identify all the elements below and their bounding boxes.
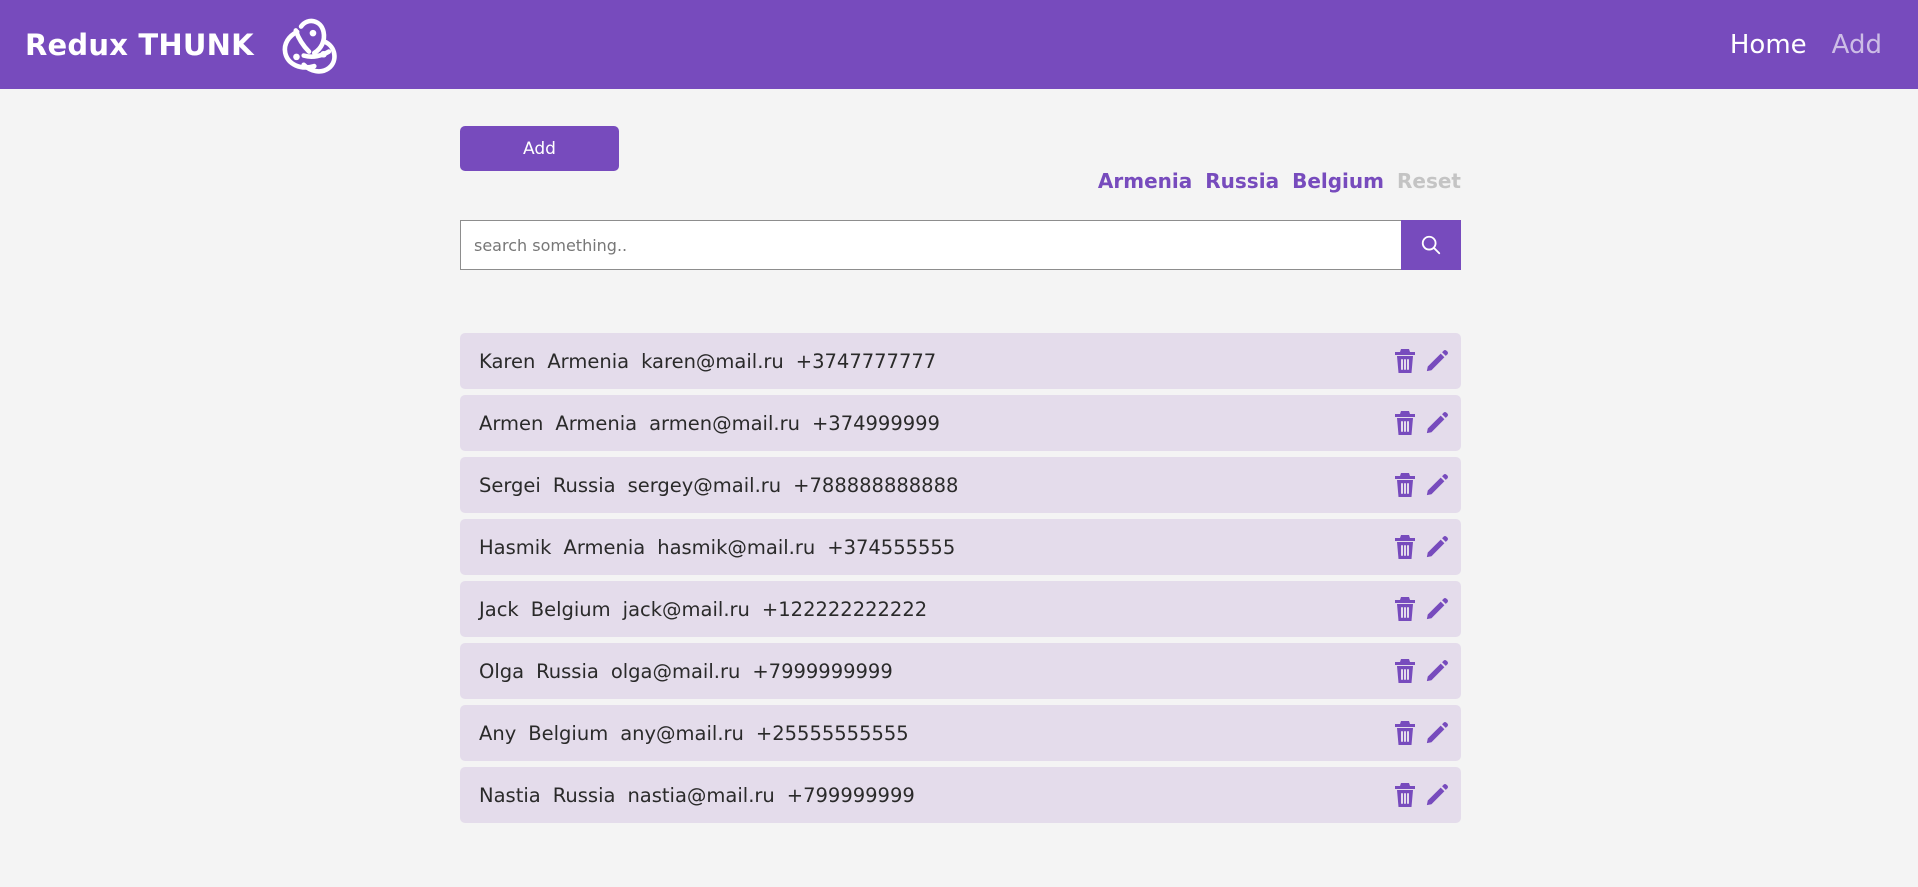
user-phone: +25555555555	[755, 721, 909, 745]
edit-button[interactable]	[1425, 720, 1449, 746]
filter-belgium[interactable]: Belgium	[1292, 169, 1384, 193]
user-country: Armenia	[555, 411, 638, 435]
filter-armenia[interactable]: Armenia	[1098, 169, 1192, 193]
search-bar	[460, 220, 1461, 270]
search-icon	[1421, 235, 1441, 255]
filter-russia[interactable]: Russia	[1205, 169, 1279, 193]
row-actions	[1393, 534, 1449, 560]
user-row: Nastia Russia nastia@mail.ru +799999999	[460, 767, 1461, 823]
trash-icon	[1395, 349, 1415, 373]
trash-icon	[1395, 597, 1415, 621]
user-phone: +3747777777	[795, 349, 937, 373]
delete-button[interactable]	[1393, 348, 1417, 374]
row-actions	[1393, 720, 1449, 746]
user-row: Sergei Russia sergey@mail.ru +7888888888…	[460, 457, 1461, 513]
row-actions	[1393, 596, 1449, 622]
filter-reset[interactable]: Reset	[1397, 169, 1461, 193]
user-email: karen@mail.ru	[641, 349, 784, 373]
user-email: nastia@mail.ru	[627, 783, 775, 807]
user-row: Jack Belgium jack@mail.ru +122222222222	[460, 581, 1461, 637]
row-actions	[1393, 782, 1449, 808]
user-phone: +374999999	[811, 411, 940, 435]
search-input[interactable]	[460, 220, 1401, 270]
delete-button[interactable]	[1393, 534, 1417, 560]
nav-add-link[interactable]: Add	[1832, 30, 1882, 60]
redux-logo-icon	[282, 18, 337, 74]
user-phone: +7999999999	[752, 659, 893, 683]
user-row: Karen Armenia karen@mail.ru +3747777777	[460, 333, 1461, 389]
user-email: sergey@mail.ru	[627, 473, 782, 497]
user-name: Olga	[479, 659, 525, 683]
user-email: jack@mail.ru	[622, 597, 750, 621]
edit-button[interactable]	[1425, 596, 1449, 622]
country-filters: Armenia Russia Belgium Reset	[1098, 169, 1461, 193]
edit-button[interactable]	[1425, 534, 1449, 560]
delete-button[interactable]	[1393, 720, 1417, 746]
delete-button[interactable]	[1393, 596, 1417, 622]
row-actions	[1393, 472, 1449, 498]
user-row: Olga Russia olga@mail.ru +7999999999	[460, 643, 1461, 699]
user-email: olga@mail.ru	[610, 659, 741, 683]
trash-icon	[1395, 535, 1415, 559]
user-country: Belgium	[528, 721, 609, 745]
row-actions	[1393, 348, 1449, 374]
trash-icon	[1395, 659, 1415, 683]
user-name: Nastia	[479, 783, 541, 807]
brand-title: Redux THUNK	[25, 27, 254, 62]
user-email: hasmik@mail.ru	[657, 535, 816, 559]
trash-icon	[1395, 721, 1415, 745]
nav-home-link[interactable]: Home	[1730, 30, 1807, 60]
pencil-icon	[1426, 536, 1448, 558]
row-actions	[1393, 658, 1449, 684]
user-name: Armen	[479, 411, 544, 435]
search-button[interactable]	[1401, 220, 1461, 270]
pencil-icon	[1426, 784, 1448, 806]
user-phone: +374555555	[827, 535, 956, 559]
edit-button[interactable]	[1425, 472, 1449, 498]
user-country: Russia	[552, 783, 616, 807]
trash-icon	[1395, 411, 1415, 435]
edit-button[interactable]	[1425, 410, 1449, 436]
edit-button[interactable]	[1425, 348, 1449, 374]
delete-button[interactable]	[1393, 410, 1417, 436]
row-actions	[1393, 410, 1449, 436]
pencil-icon	[1426, 722, 1448, 744]
user-row: Armen Armenia armen@mail.ru +374999999	[460, 395, 1461, 451]
user-list: Karen Armenia karen@mail.ru +3747777777	[460, 333, 1461, 829]
trash-icon	[1395, 783, 1415, 807]
pencil-icon	[1426, 412, 1448, 434]
user-country: Armenia	[563, 535, 646, 559]
pencil-icon	[1426, 598, 1448, 620]
top-navbar: Redux THUNK Home Add	[0, 0, 1918, 89]
user-name: Any	[479, 721, 517, 745]
user-name: Hasmik	[479, 535, 552, 559]
delete-button[interactable]	[1393, 472, 1417, 498]
add-user-button[interactable]: Add	[460, 126, 619, 171]
user-country: Belgium	[530, 597, 611, 621]
delete-button[interactable]	[1393, 658, 1417, 684]
user-phone: +122222222222	[761, 597, 928, 621]
pencil-icon	[1426, 660, 1448, 682]
user-name: Karen	[479, 349, 536, 373]
user-country: Russia	[536, 659, 599, 683]
delete-button[interactable]	[1393, 782, 1417, 808]
trash-icon	[1395, 473, 1415, 497]
pencil-icon	[1426, 350, 1448, 372]
main-nav: Home Add	[1730, 30, 1882, 60]
edit-button[interactable]	[1425, 658, 1449, 684]
user-row: Any Belgium any@mail.ru +25555555555	[460, 705, 1461, 761]
edit-button[interactable]	[1425, 782, 1449, 808]
user-country: Russia	[552, 473, 616, 497]
user-name: Sergei	[479, 473, 541, 497]
user-email: armen@mail.ru	[649, 411, 800, 435]
user-row: Hasmik Armenia hasmik@mail.ru +374555555	[460, 519, 1461, 575]
user-country: Armenia	[547, 349, 630, 373]
user-email: any@mail.ru	[620, 721, 744, 745]
user-name: Jack	[479, 597, 519, 621]
pencil-icon	[1426, 474, 1448, 496]
user-phone: +788888888888	[793, 473, 959, 497]
user-phone: +799999999	[786, 783, 915, 807]
